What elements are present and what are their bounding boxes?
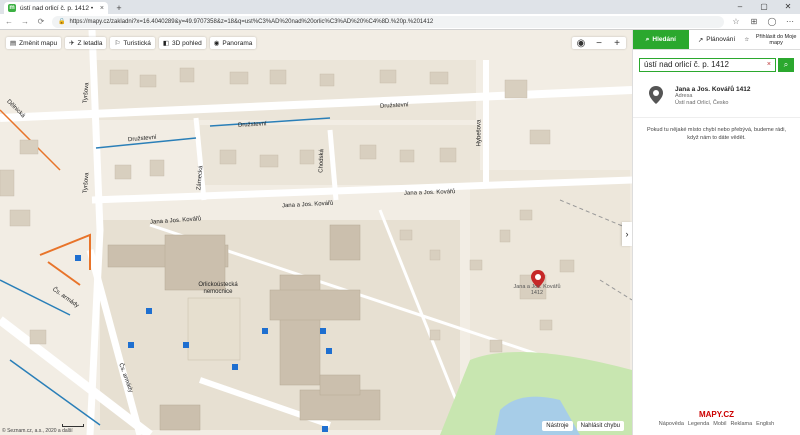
minimize-button[interactable]: – xyxy=(728,0,752,14)
location-pin-icon xyxy=(649,86,663,104)
footer-link-legend[interactable]: Legenda xyxy=(688,421,709,427)
copyright: © Seznam.cz, a.s., 2020 a další xyxy=(2,428,73,434)
reload-button[interactable]: ⟳ xyxy=(36,17,46,26)
back-button[interactable]: ← xyxy=(4,17,14,26)
tab-login[interactable]: ☆ Přihlásit do Moje mapy xyxy=(744,30,800,49)
zoom-in-button[interactable]: + xyxy=(608,37,626,49)
side-panel: ⌕ Hledání ↗ Plánování ☆ Přihlásit do Moje m… xyxy=(632,30,800,435)
map-svg xyxy=(0,30,632,435)
search-value: ústí nad orlicí č. p. 1412 xyxy=(644,60,729,69)
street-label: Hybešova xyxy=(476,119,483,147)
profile-icon[interactable]: ◯ xyxy=(766,17,778,26)
tab-label: Plánování xyxy=(706,36,736,43)
zoom-controls: ◉ − + xyxy=(572,37,626,49)
scale-bar xyxy=(62,424,84,427)
pin-label: Jana a Jos. Kovářů 1412 xyxy=(513,284,561,296)
lock-icon: 🔒 xyxy=(58,18,66,25)
window-controls: – ▢ ✕ xyxy=(728,0,800,14)
cube-icon: ◧ xyxy=(162,40,170,47)
layers-icon: ▤ xyxy=(10,40,17,47)
map-tool-change-map[interactable]: ▤ Změnit mapu xyxy=(6,37,62,49)
tab-label: Hledání xyxy=(652,36,676,43)
street-label: Chodská xyxy=(318,149,326,173)
feedback-text: Pokud tu nějaké místo chybí nebo přebývá… xyxy=(646,127,787,141)
close-window-button[interactable]: ✕ xyxy=(776,0,800,14)
map-bottom-bar: Nástroje Nahlásit chybu xyxy=(542,421,624,431)
report-error-button[interactable]: Nahlásit chybu xyxy=(576,421,624,431)
search-button[interactable]: ⌕ xyxy=(778,58,794,72)
search-icon: ⌕ xyxy=(783,60,789,69)
map-tool-label: 3D pohled xyxy=(172,39,202,47)
result-name: Jana a Jos. Kovářů 1412 xyxy=(675,86,751,93)
plane-icon: ✈ xyxy=(69,40,75,47)
map-tool-aerial[interactable]: ✈ Z letadla xyxy=(65,37,107,49)
map-tool-label: Panorama xyxy=(222,39,253,47)
footer-links: Nápověda Legenda Mobil Reklama English xyxy=(633,421,800,427)
route-icon: ↗ xyxy=(697,36,704,44)
panel-footer: MAPY.CZ Nápověda Legenda Mobil Reklama E… xyxy=(633,410,800,427)
search-row: ústí nad orlicí č. p. 1412 × ⌕ xyxy=(633,50,800,72)
footer-link-ads[interactable]: Reklama xyxy=(730,421,752,427)
url-text: https://mapy.cz/zakladni?x=16.4040289&y=… xyxy=(69,18,434,25)
locate-button[interactable]: ◉ xyxy=(572,37,590,49)
tab-plan[interactable]: ↗ Plánování xyxy=(689,30,745,49)
map-tool-label: Turistická xyxy=(123,39,151,47)
map-tool-panorama[interactable]: ◉ Panorama xyxy=(209,37,257,49)
map-tool-3d[interactable]: ◧ 3D pohled xyxy=(158,37,206,49)
clear-icon[interactable]: × xyxy=(767,59,771,71)
browser-tab[interactable]: m ústí nad orlicí č. p. 1412 • × xyxy=(4,2,108,14)
result-place: Ústí nad Orlicí, Česko xyxy=(675,100,729,106)
footer-link-help[interactable]: Nápověda xyxy=(659,421,684,427)
eye-icon: ◉ xyxy=(213,40,220,47)
tab-search[interactable]: ⌕ Hledání xyxy=(633,30,689,49)
search-icon: ⌕ xyxy=(645,35,650,43)
maximize-button[interactable]: ▢ xyxy=(752,0,776,14)
mapy-favicon-icon: m xyxy=(8,4,16,12)
mapy-logo: MAPY.CZ xyxy=(698,410,735,419)
more-menu-icon[interactable]: ⋯ xyxy=(784,17,796,26)
search-input[interactable]: ústí nad orlicí č. p. 1412 × xyxy=(639,58,776,72)
hiker-icon: ⚐ xyxy=(114,40,121,47)
favorite-star-icon[interactable]: ☆ xyxy=(730,17,742,26)
browser-tabbar: m ústí nad orlicí č. p. 1412 • × + – ▢ ✕ xyxy=(0,0,800,14)
footer-link-mobile[interactable]: Mobil xyxy=(713,421,726,427)
url-field[interactable]: 🔒 https://mapy.cz/zakladni?x=16.4040289&… xyxy=(52,15,724,28)
hospital-label: Orlickoústecká nemocnice xyxy=(198,282,238,295)
star-icon: ☆ xyxy=(744,36,750,43)
map-toolbar: ▤ Změnit mapu ✈ Z letadla ⚐ Turistická ◧ 3D … xyxy=(6,37,257,49)
forward-button[interactable]: → xyxy=(20,17,30,26)
footer-link-english[interactable]: English xyxy=(756,421,774,427)
map-canvas[interactable]: ▤ Změnit mapu ✈ Z letadla ⚐ Turistická ◧ 3D … xyxy=(0,30,632,435)
map-tool-label: Změnit mapu xyxy=(19,39,58,47)
collapse-panel-button[interactable]: › xyxy=(622,222,632,246)
zoom-out-button[interactable]: − xyxy=(590,37,608,49)
tab-label: Přihlásit do Moje mapy xyxy=(755,33,797,46)
collections-icon[interactable]: ⊞ xyxy=(748,17,760,26)
tab-title: ústí nad orlicí č. p. 1412 • xyxy=(20,4,94,12)
address-bar: ← → ⟳ 🔒 https://mapy.cz/zakladni?x=16.40… xyxy=(0,14,800,30)
map-tool-label: Z letadla xyxy=(77,39,103,47)
result-type: Adresa xyxy=(675,93,693,99)
panel-tabs: ⌕ Hledání ↗ Plánování ☆ Přihlásit do Moje m… xyxy=(633,30,800,50)
tools-button[interactable]: Nástroje xyxy=(542,421,573,431)
search-result[interactable]: Jana a Jos. Kovářů 1412 Adresa Ústí nad … xyxy=(633,72,800,118)
tab-close-icon[interactable]: × xyxy=(100,5,104,12)
new-tab-button[interactable]: + xyxy=(112,2,126,14)
result-text: Jana a Jos. Kovářů 1412 Adresa Ústí nad … xyxy=(675,86,751,107)
map-tool-tourist[interactable]: ⚐ Turistická xyxy=(110,37,155,49)
